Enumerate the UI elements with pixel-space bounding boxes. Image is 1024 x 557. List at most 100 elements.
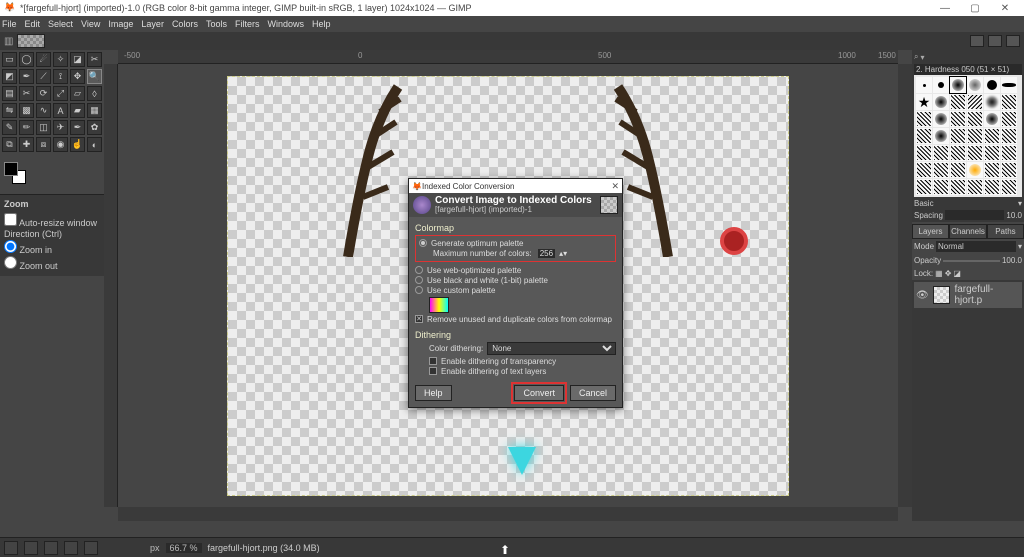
tool-bucket[interactable]: ▰: [70, 103, 85, 118]
tool-gradient[interactable]: ▦: [87, 103, 102, 118]
tool-align[interactable]: ▤: [2, 86, 17, 101]
tool-warp[interactable]: ∿: [36, 103, 51, 118]
tool-ink[interactable]: ✒: [70, 120, 85, 135]
tool-move[interactable]: ✥: [70, 69, 85, 84]
radio-custom-palette[interactable]: Use custom palette: [415, 286, 616, 295]
spacing-slider[interactable]: [945, 210, 1005, 220]
field-max-colors[interactable]: Maximum number of colors: 256 ▴▾: [433, 249, 612, 258]
brush-preset[interactable]: [933, 77, 949, 93]
brush-preset[interactable]: ★: [916, 94, 932, 110]
brush-preset[interactable]: [967, 145, 983, 161]
check-dither-text[interactable]: Enable dithering of text layers: [429, 367, 616, 376]
brush-preset[interactable]: [967, 111, 983, 127]
menu-colors[interactable]: Colors: [172, 19, 198, 29]
brush-preset[interactable]: [1001, 145, 1017, 161]
tool-perspective-clone[interactable]: ⧈: [36, 137, 51, 152]
radio-bw-palette[interactable]: Use black and white (1-bit) palette: [415, 276, 616, 285]
layer-mode-select[interactable]: Normal: [936, 241, 1016, 252]
tool-crop[interactable]: ✂: [19, 86, 34, 101]
tool-rect-select[interactable]: ▭: [2, 52, 17, 67]
brush-preset[interactable]: [916, 111, 932, 127]
sb-btn-2[interactable]: [24, 541, 38, 555]
brush-preset[interactable]: [933, 128, 949, 144]
brush-preset[interactable]: [1001, 94, 1017, 110]
brush-preset[interactable]: [984, 94, 1000, 110]
menu-help[interactable]: Help: [312, 19, 331, 29]
brush-preset[interactable]: [933, 179, 949, 195]
brush-dropdown[interactable]: 2. Hardness 050 (51 × 51): [914, 64, 1022, 75]
layer-visibility-icon[interactable]: 👁: [916, 290, 929, 301]
brush-preset[interactable]: [1001, 77, 1017, 93]
tool-perspective[interactable]: ◊: [87, 86, 102, 101]
brush-preset[interactable]: [967, 128, 983, 144]
brush-preset[interactable]: [967, 179, 983, 195]
tool-ellipse-select[interactable]: ◯: [19, 52, 34, 67]
sb-btn-4[interactable]: [64, 541, 78, 555]
tool-smudge[interactable]: ☝: [70, 137, 85, 152]
opt-zoom-out[interactable]: Zoom out: [4, 256, 100, 271]
brush-preset[interactable]: [950, 179, 966, 195]
tool-text[interactable]: A: [53, 103, 68, 118]
tool-flip[interactable]: ⇋: [2, 103, 17, 118]
brush-preset[interactable]: [950, 94, 966, 110]
brush-preset[interactable]: [916, 128, 932, 144]
lock-alpha-icon[interactable]: ◪: [953, 269, 961, 278]
brush-preset[interactable]: [1001, 162, 1017, 178]
dithering-select[interactable]: None: [487, 342, 616, 355]
brush-preset[interactable]: [967, 94, 983, 110]
brush-preset[interactable]: [950, 162, 966, 178]
tool-scale[interactable]: ⤢: [53, 86, 68, 101]
menu-tools[interactable]: Tools: [206, 19, 227, 29]
tool-mypaint[interactable]: ✿: [87, 120, 102, 135]
dock-ctrl-3[interactable]: [1006, 35, 1020, 47]
brush-preset[interactable]: [950, 145, 966, 161]
brush-preset[interactable]: [950, 128, 966, 144]
tool-color-picker[interactable]: ⟋: [36, 69, 51, 84]
brush-preset[interactable]: [1001, 179, 1017, 195]
tool-shear[interactable]: ▱: [70, 86, 85, 101]
brush-preset[interactable]: [984, 77, 1000, 93]
window-minimize[interactable]: —: [930, 3, 960, 14]
file-new-icon[interactable]: ▥: [4, 36, 13, 47]
brush-preset[interactable]: [984, 111, 1000, 127]
lock-pixels-icon[interactable]: ▦: [935, 269, 943, 278]
brush-preset[interactable]: [916, 179, 932, 195]
brush-preset[interactable]: [967, 162, 983, 178]
tool-pencil[interactable]: ✎: [2, 120, 17, 135]
layer-opacity-slider[interactable]: [943, 260, 1000, 262]
tool-heal[interactable]: ✚: [19, 137, 34, 152]
tool-by-color[interactable]: ◪: [70, 52, 85, 67]
convert-button[interactable]: Convert: [514, 385, 564, 401]
tool-cage[interactable]: ▩: [19, 103, 34, 118]
menu-edit[interactable]: Edit: [25, 19, 41, 29]
tab-paths[interactable]: Paths: [987, 224, 1024, 239]
dialog-titlebar[interactable]: 🦊 Indexed Color Conversion ✕: [409, 179, 622, 193]
dock-ctrl-1[interactable]: [970, 35, 984, 47]
tool-measure[interactable]: ⟟: [53, 69, 68, 84]
brush-preset[interactable]: [984, 162, 1000, 178]
cancel-button[interactable]: Cancel: [570, 385, 616, 401]
menu-select[interactable]: Select: [48, 19, 73, 29]
tool-blur[interactable]: ◉: [53, 137, 68, 152]
check-remove-unused[interactable]: ✕Remove unused and duplicate colors from…: [415, 315, 616, 324]
sb-btn-3[interactable]: [44, 541, 58, 555]
brush-preset[interactable]: [984, 179, 1000, 195]
tool-dodge[interactable]: ◐: [87, 137, 102, 152]
help-button[interactable]: Help: [415, 385, 452, 401]
sb-unit[interactable]: px: [150, 543, 160, 553]
menu-file[interactable]: File: [2, 19, 17, 29]
dialog-close-icon[interactable]: ✕: [611, 181, 619, 192]
ruler-vertical[interactable]: [104, 64, 118, 507]
lock-position-icon[interactable]: ✥: [945, 269, 952, 278]
custom-palette-preview[interactable]: [429, 297, 449, 313]
tool-clone[interactable]: ⧉: [2, 137, 17, 152]
brush-preset[interactable]: [933, 162, 949, 178]
tool-paths[interactable]: ✒: [19, 69, 34, 84]
brush-preset[interactable]: [916, 145, 932, 161]
brush-preset[interactable]: [1001, 111, 1017, 127]
tool-free-select[interactable]: ☄: [36, 52, 51, 67]
check-dither-transparency[interactable]: Enable dithering of transparency: [429, 357, 616, 366]
radio-generate-optimum[interactable]: Generate optimum palette: [419, 239, 612, 248]
sb-zoom[interactable]: 66.7 %: [166, 543, 202, 553]
tab-channels[interactable]: Channels: [949, 224, 987, 239]
